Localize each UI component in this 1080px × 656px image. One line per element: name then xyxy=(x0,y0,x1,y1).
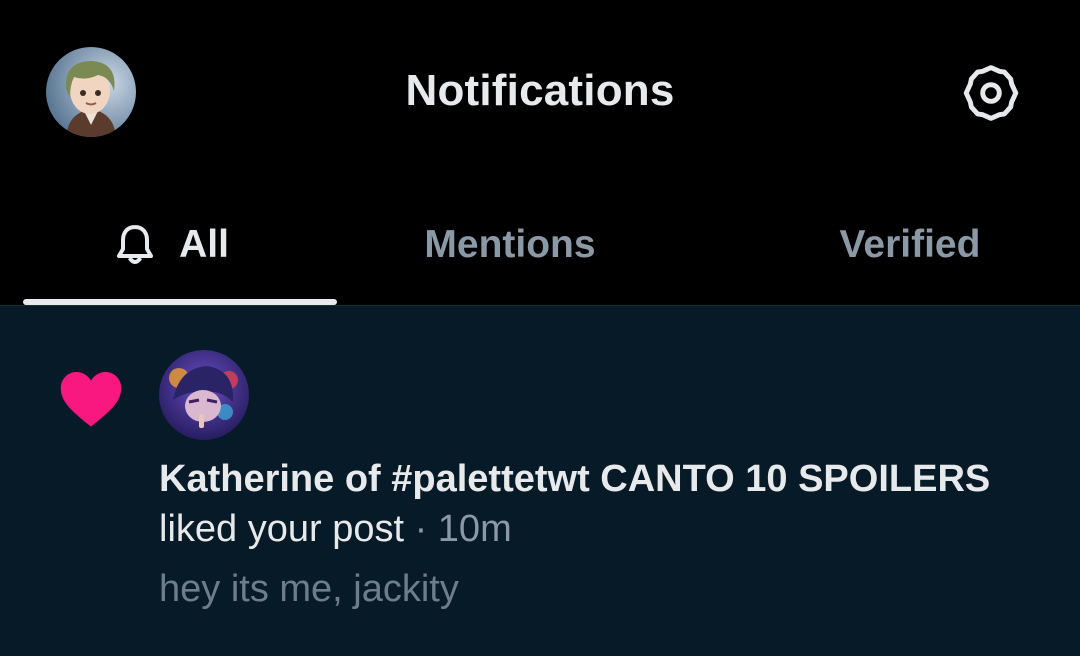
notification-text: Katherine of #palettetwt CANTO 10 SPOILE… xyxy=(159,454,1039,554)
settings-button[interactable] xyxy=(960,62,1022,124)
tab-all[interactable]: All xyxy=(0,185,340,305)
notification-action: liked your post xyxy=(159,508,405,550)
tab-all-label: All xyxy=(179,223,229,266)
tab-verified[interactable]: Verified xyxy=(680,185,1080,305)
notification-item[interactable]: Katherine of #palettetwt CANTO 10 SPOILE… xyxy=(0,305,1080,656)
gear-icon xyxy=(963,65,1019,121)
post-preview[interactable]: hey its me, jackity xyxy=(159,568,459,611)
tab-mentions[interactable]: Mentions xyxy=(340,185,680,305)
heart-icon xyxy=(60,372,122,427)
tab-verified-label: Verified xyxy=(839,223,981,266)
top-app-bar: Notifications xyxy=(0,0,1080,185)
tab-mentions-label: Mentions xyxy=(424,223,596,266)
bell-icon xyxy=(117,225,154,264)
page-title: Notifications xyxy=(405,66,675,115)
timestamp: 10m xyxy=(437,508,512,550)
notification-tabs: All Mentions Verified xyxy=(0,185,1080,305)
separator-dot: · xyxy=(414,508,428,550)
user-name[interactable]: Katherine of #palettetwt CANTO 10 SPOILE… xyxy=(159,458,990,500)
liker-avatar[interactable] xyxy=(159,350,249,440)
